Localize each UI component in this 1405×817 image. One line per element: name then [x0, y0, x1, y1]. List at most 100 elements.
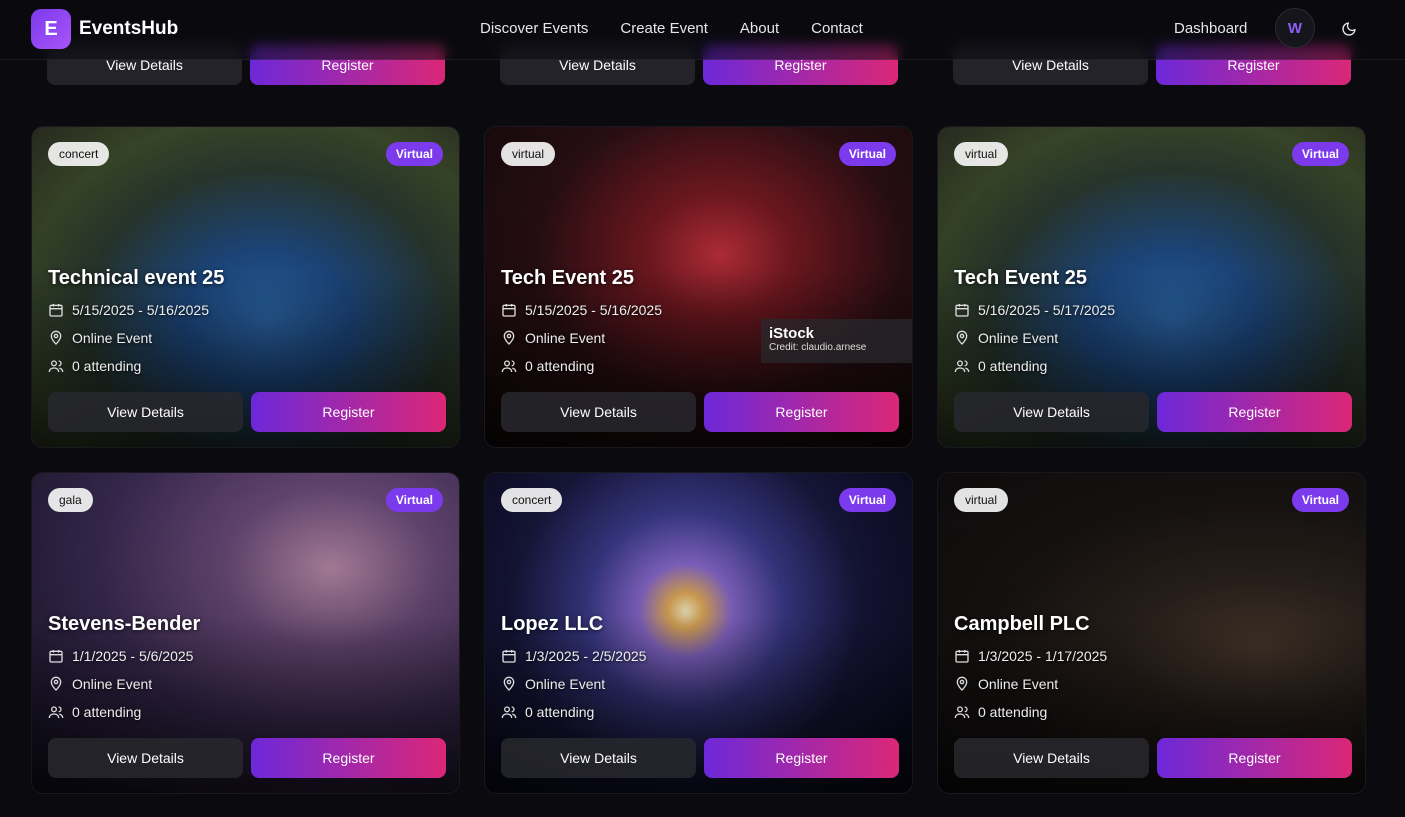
category-tag: concert	[48, 142, 110, 166]
calendar-icon	[502, 304, 516, 317]
category-tag: gala	[48, 488, 93, 512]
register-button[interactable]: Register	[704, 392, 899, 432]
event-attendance: 0 attending	[48, 704, 141, 720]
view-details-button[interactable]: View Details	[48, 392, 243, 432]
virtual-badge: Virtual	[838, 488, 896, 512]
watermark-brand: iStock	[769, 325, 815, 342]
event-title[interactable]: Campbell PLC	[954, 613, 1090, 636]
virtual-badge: Virtual	[838, 142, 896, 166]
view-details-button[interactable]: View Details	[954, 738, 1149, 778]
theme-toggle-moon-icon[interactable]	[1336, 16, 1362, 42]
event-dates: 5/15/2025 - 5/16/2025	[501, 302, 662, 318]
event-title[interactable]: Lopez LLC	[501, 613, 603, 636]
view-details-button[interactable]: View Details	[48, 738, 243, 778]
user-avatar[interactable]: W	[1275, 8, 1315, 48]
users-icon	[954, 360, 970, 373]
location-text: Online Event	[72, 676, 153, 692]
dates-text: 5/16/2025 - 5/17/2025	[978, 302, 1116, 318]
view-details-button[interactable]: View Details	[501, 738, 696, 778]
calendar-icon	[49, 650, 63, 663]
event-card[interactable]: iStock Credit: claudio.arnese virtual Vir…	[484, 126, 913, 448]
calendar-icon	[955, 304, 969, 317]
event-card[interactable]: virtual Virtual Tech Event 25 5/16/2025 …	[937, 126, 1366, 448]
map-pin-icon	[956, 676, 968, 691]
brand-name[interactable]: EventsHub	[79, 18, 178, 40]
calendar-icon	[502, 650, 516, 663]
users-icon	[501, 706, 517, 719]
register-button[interactable]: Register	[1157, 392, 1352, 432]
event-attendance: 0 attending	[954, 704, 1047, 720]
dates-text: 1/1/2025 - 5/6/2025	[72, 648, 194, 664]
location-text: Online Event	[978, 676, 1059, 692]
dates-text: 5/15/2025 - 5/16/2025	[525, 302, 663, 318]
category-tag: virtual	[501, 142, 556, 166]
users-icon	[954, 706, 970, 719]
category-tag: virtual	[954, 142, 1009, 166]
map-pin-icon	[503, 330, 515, 345]
register-button[interactable]: Register	[251, 392, 446, 432]
event-dates: 1/3/2025 - 2/5/2025	[501, 648, 646, 664]
dashboard-link[interactable]: Dashboard	[1174, 20, 1247, 37]
event-card[interactable]: gala Virtual Stevens-Bender 1/1/2025 - 5…	[31, 472, 460, 794]
category-tag: virtual	[954, 488, 1009, 512]
event-location: Online Event	[954, 676, 1058, 692]
register-button[interactable]: Register	[251, 738, 446, 778]
attending-text: 0 attending	[525, 704, 595, 720]
location-text: Online Event	[525, 676, 606, 692]
event-card[interactable]: concert Virtual Technical event 25 5/15/…	[31, 126, 460, 448]
virtual-badge: Virtual	[1291, 142, 1349, 166]
event-dates: 1/1/2025 - 5/6/2025	[48, 648, 193, 664]
event-title[interactable]: Stevens-Bender	[48, 613, 200, 636]
event-location: Online Event	[501, 330, 605, 346]
event-attendance: 0 attending	[954, 358, 1047, 374]
stock-watermark: iStock Credit: claudio.arnese	[761, 319, 912, 363]
register-button[interactable]: Register	[704, 738, 899, 778]
category-tag: concert	[501, 488, 563, 512]
event-title[interactable]: Tech Event 25	[501, 267, 634, 290]
nav-link-about[interactable]: About	[740, 20, 779, 37]
location-text: Online Event	[72, 330, 153, 346]
event-dates: 5/16/2025 - 5/17/2025	[954, 302, 1115, 318]
register-button[interactable]: Register	[1157, 738, 1352, 778]
calendar-icon	[955, 650, 969, 663]
event-card[interactable]: virtual Virtual Campbell PLC 1/3/2025 - …	[937, 472, 1366, 794]
dates-text: 5/15/2025 - 5/16/2025	[72, 302, 210, 318]
users-icon	[48, 360, 64, 373]
users-icon	[501, 360, 517, 373]
event-title[interactable]: Tech Event 25	[954, 267, 1087, 290]
event-dates: 5/15/2025 - 5/16/2025	[48, 302, 209, 318]
event-location: Online Event	[48, 676, 152, 692]
location-text: Online Event	[525, 330, 606, 346]
map-pin-icon	[50, 676, 62, 691]
map-pin-icon	[956, 330, 968, 345]
event-card[interactable]: concert Virtual Lopez LLC 1/3/2025 - 2/5…	[484, 472, 913, 794]
map-pin-icon	[503, 676, 515, 691]
virtual-badge: Virtual	[385, 488, 443, 512]
event-title[interactable]: Technical event 25	[48, 267, 224, 290]
top-navbar: E EventsHub Discover Events Create Event…	[0, 0, 1405, 60]
view-details-button[interactable]: View Details	[501, 392, 696, 432]
dates-text: 1/3/2025 - 1/17/2025	[978, 648, 1108, 664]
nav-link-discover-events[interactable]: Discover Events	[480, 20, 588, 37]
nav-link-contact[interactable]: Contact	[811, 20, 863, 37]
view-details-button[interactable]: View Details	[954, 392, 1149, 432]
event-attendance: 0 attending	[48, 358, 141, 374]
event-dates: 1/3/2025 - 1/17/2025	[954, 648, 1107, 664]
map-pin-icon	[50, 330, 62, 345]
event-location: Online Event	[501, 676, 605, 692]
virtual-badge: Virtual	[385, 142, 443, 166]
attending-text: 0 attending	[525, 358, 595, 374]
nav-link-create-event[interactable]: Create Event	[620, 20, 708, 37]
logo-letter: E	[44, 17, 58, 40]
event-location: Online Event	[954, 330, 1058, 346]
logo[interactable]: E	[31, 9, 71, 49]
attending-text: 0 attending	[72, 704, 142, 720]
watermark-credit: Credit: claudio.arnese	[769, 342, 867, 353]
event-attendance: 0 attending	[501, 704, 594, 720]
dates-text: 1/3/2025 - 2/5/2025	[525, 648, 647, 664]
event-location: Online Event	[48, 330, 152, 346]
calendar-icon	[49, 304, 63, 317]
attending-text: 0 attending	[978, 704, 1048, 720]
attending-text: 0 attending	[72, 358, 142, 374]
location-text: Online Event	[978, 330, 1059, 346]
